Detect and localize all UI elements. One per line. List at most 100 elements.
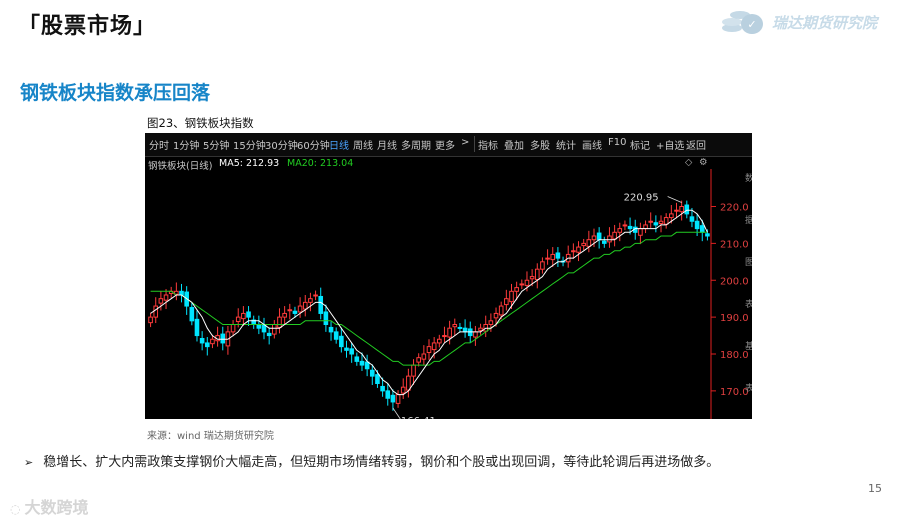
- candle-body: [529, 276, 535, 280]
- candle-body: [514, 287, 519, 292]
- watermark-text: 大数跨境: [24, 498, 89, 517]
- candle-body: [576, 246, 581, 253]
- candle-body: [210, 338, 215, 345]
- candle-body: [406, 375, 411, 391]
- candle-body: [421, 353, 427, 360]
- right-edge-mark: 表: [745, 298, 752, 310]
- candle-body: [663, 217, 669, 225]
- right-edge-mark: 数: [745, 172, 752, 184]
- candle-body: [534, 268, 540, 281]
- candle-body: [369, 369, 375, 377]
- candle-body: [256, 324, 262, 329]
- candle-body: [163, 294, 169, 301]
- candle-body: [426, 346, 432, 354]
- candle-body: [220, 333, 226, 344]
- page-title: 「股票市场」: [18, 14, 157, 39]
- candle-body: [349, 348, 354, 355]
- candle-body: [498, 305, 504, 316]
- candle-body: [694, 220, 700, 230]
- y-tick-label: 200.0: [720, 276, 749, 287]
- candle-body: [385, 390, 391, 399]
- candle-body: [328, 326, 334, 333]
- candle-body: [607, 235, 612, 243]
- candle-body: [591, 235, 597, 241]
- candle-body: [302, 301, 308, 310]
- candle-body: [622, 224, 628, 227]
- candle-body: [266, 332, 272, 337]
- candle-body: [431, 342, 437, 351]
- candle-body: [627, 225, 633, 230]
- candle-body: [230, 324, 236, 333]
- candle-body: [473, 331, 478, 338]
- candle-body: [550, 253, 556, 261]
- bullet-text: 稳增长、扩大内需政策支撑钢价大幅走高，但短期市场情绪转弱，钢价和个股或出现回调，…: [43, 455, 720, 470]
- logo-text: 瑞达期货研究院: [772, 14, 878, 32]
- candle-body: [524, 279, 530, 286]
- candle-body: [364, 361, 370, 370]
- page-number: 15: [868, 482, 882, 495]
- section-title: 钢铁板块指数承压回落: [20, 82, 211, 104]
- plot-area: 170.0180.0190.0200.0210.0220.0数据图表基表220.…: [148, 169, 752, 419]
- high-label: 220.95: [624, 193, 659, 204]
- candle-body: [395, 394, 401, 404]
- candle-body: [653, 222, 659, 226]
- candle-body: [617, 228, 623, 233]
- candle-body: [457, 326, 463, 329]
- candle-body: [462, 327, 468, 333]
- candle-body: [313, 294, 318, 297]
- candle-body: [344, 347, 349, 351]
- candle-body: [684, 204, 690, 215]
- candle-body: [509, 290, 514, 303]
- candle-body: [648, 220, 654, 223]
- candle-body: [452, 324, 458, 328]
- candle-body: [153, 305, 159, 318]
- candle-body: [540, 261, 545, 270]
- candle-body: [380, 385, 385, 392]
- candle-body: [705, 233, 710, 237]
- candle-body: [519, 283, 525, 286]
- candle-body: [277, 316, 282, 328]
- ma5-line: [150, 209, 708, 396]
- candle-body: [282, 312, 287, 318]
- candle-body: [545, 257, 550, 260]
- candle-body: [318, 295, 324, 314]
- candle-body: [333, 331, 339, 340]
- candle-body: [689, 216, 695, 222]
- candle-body: [442, 335, 447, 338]
- y-tick-label: 190.0: [720, 313, 749, 324]
- candle-body: [272, 324, 277, 335]
- candle-body: [308, 298, 313, 303]
- candle-body: [199, 338, 205, 344]
- candle-body: [189, 307, 195, 322]
- low-pointer: [392, 407, 401, 419]
- candle-body: [390, 394, 396, 403]
- candle-body: [204, 342, 210, 348]
- svg-text:✓: ✓: [747, 18, 756, 31]
- candle-body: [643, 224, 648, 230]
- candle-body: [241, 312, 246, 320]
- candle-body: [658, 220, 664, 224]
- candle-body: [297, 305, 303, 313]
- candle-body: [669, 213, 674, 219]
- figure-source: 来源：wind 瑞达期货研究院: [147, 431, 274, 442]
- candle-body: [359, 360, 365, 366]
- candle-body: [478, 327, 483, 331]
- candle-body: [679, 206, 684, 213]
- candle-body: [246, 311, 251, 318]
- bullet-point: ➢ 稳增长、扩大内需政策支撑钢价大幅走高，但短期市场情绪转弱，钢价和个股或出现回调…: [24, 451, 719, 470]
- right-edge-mark: 基: [745, 340, 752, 352]
- stock-chart: 分时 1分钟 5分钟 15分钟 30分钟 60分钟 日线 周线 月线 多周期 更多 > 指标 叠加 多股 统计…: [145, 133, 752, 419]
- candle-body: [292, 310, 298, 314]
- candle-body: [354, 356, 360, 362]
- y-tick-label: 220.0: [720, 203, 749, 214]
- candle-body: [261, 324, 267, 333]
- candle-body: [601, 240, 607, 244]
- candle-body: [447, 327, 452, 338]
- candle-body: [571, 250, 576, 253]
- candle-body: [437, 338, 442, 344]
- candle-body: [555, 252, 561, 259]
- candle-body: [586, 239, 592, 247]
- candle-body: [400, 386, 406, 394]
- candle-body: [612, 231, 617, 240]
- right-edge-mark: 据: [745, 214, 752, 226]
